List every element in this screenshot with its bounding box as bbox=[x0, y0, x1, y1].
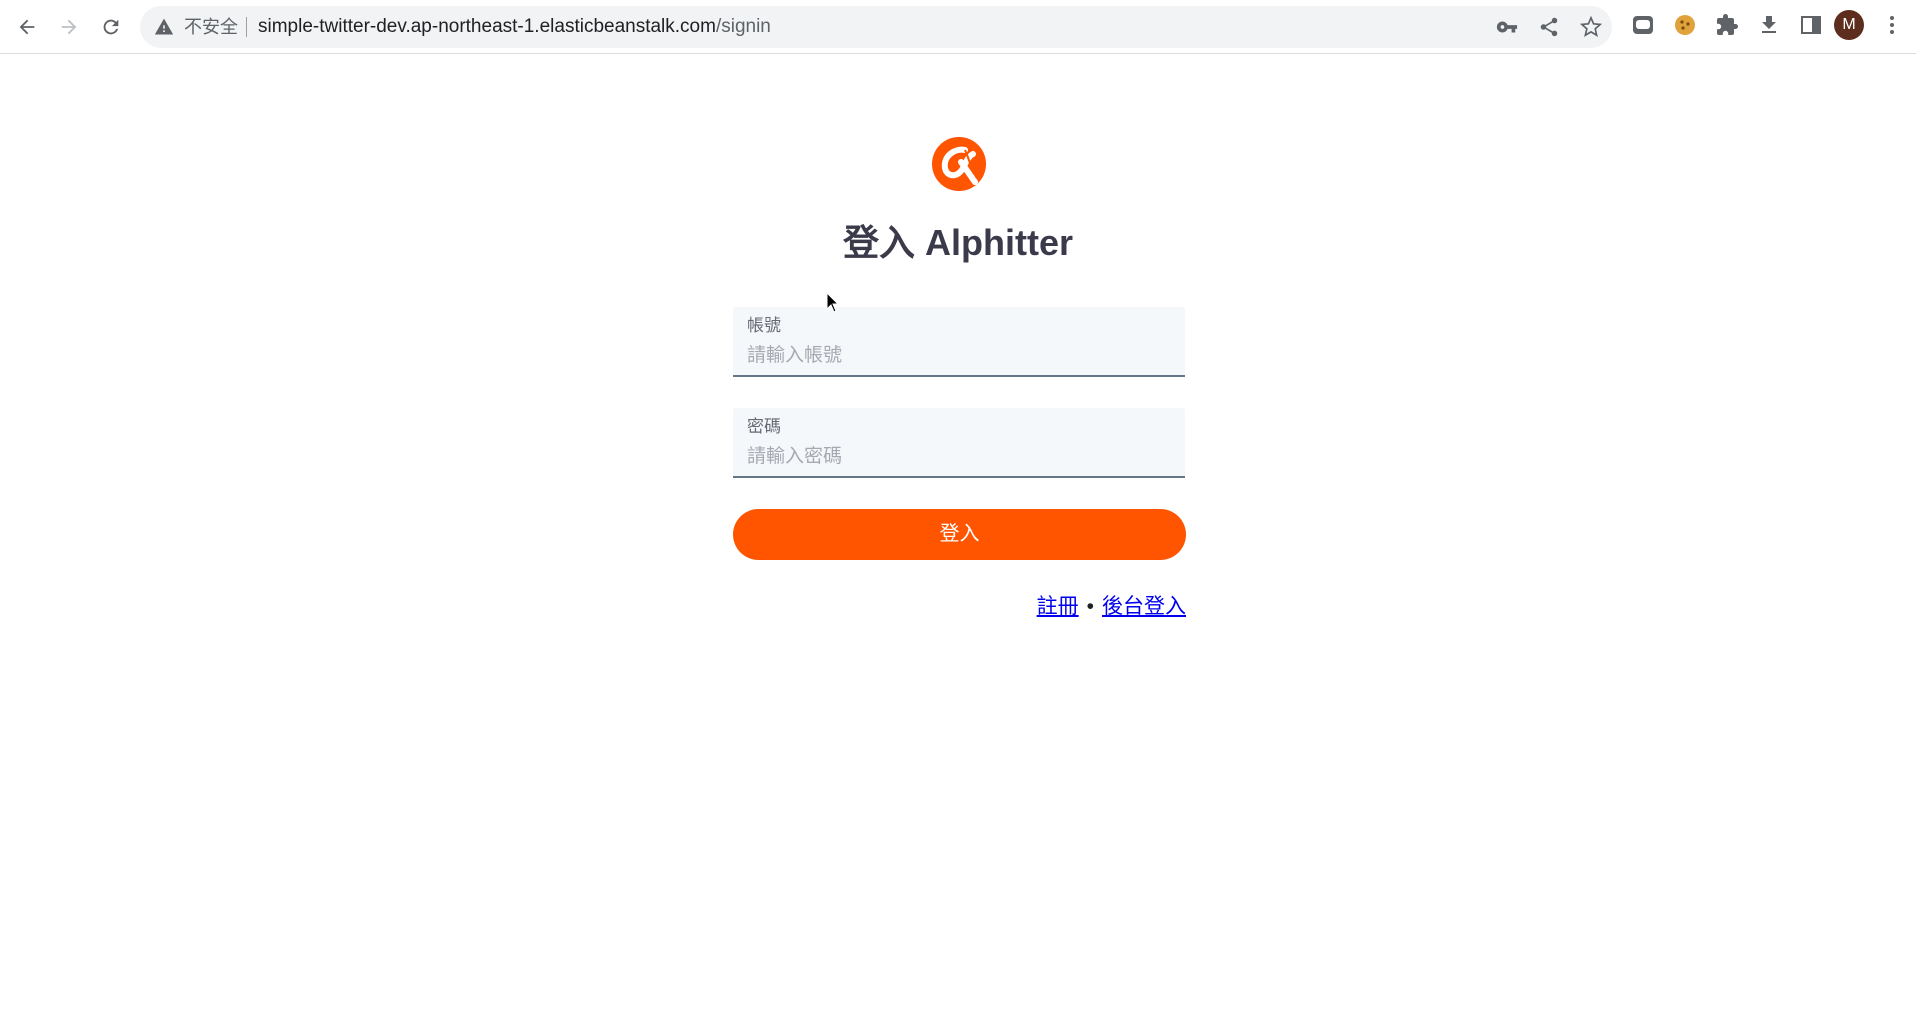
line-extension-icon[interactable] bbox=[1631, 13, 1655, 37]
download-icon[interactable] bbox=[1757, 13, 1781, 37]
password-field[interactable]: 密碼 bbox=[733, 408, 1185, 478]
arrow-right-icon bbox=[61, 19, 77, 35]
security-label[interactable]: 不安全 bbox=[184, 17, 238, 37]
arrow-left-icon bbox=[19, 19, 35, 35]
more-menu-icon[interactable] bbox=[1880, 13, 1904, 37]
address-bar[interactable]: 不安全 simple-twitter-dev.ap-northeast-1.el… bbox=[140, 6, 1612, 48]
account-label: 帳號 bbox=[747, 316, 781, 335]
omnibox-divider bbox=[246, 17, 247, 37]
bookmark-star-icon[interactable] bbox=[1580, 16, 1602, 38]
forward-button[interactable] bbox=[51, 9, 87, 45]
link-separator: • bbox=[1086, 595, 1094, 618]
reload-icon bbox=[103, 19, 119, 35]
admin-login-link[interactable]: 後台登入 bbox=[1102, 595, 1186, 618]
cookie-extension-icon[interactable] bbox=[1673, 13, 1697, 37]
back-button[interactable] bbox=[9, 9, 45, 45]
signup-link[interactable]: 註冊 bbox=[1037, 595, 1079, 618]
footer-links: 註冊 • 後台登入 bbox=[1030, 594, 1186, 620]
browser-toolbar: 不安全 simple-twitter-dev.ap-northeast-1.el… bbox=[0, 0, 1916, 54]
url-text[interactable]: simple-twitter-dev.ap-northeast-1.elasti… bbox=[258, 17, 771, 37]
page-title: 登入 Alphitter bbox=[843, 222, 1073, 263]
account-input[interactable] bbox=[747, 343, 1167, 369]
key-icon[interactable] bbox=[1496, 16, 1518, 38]
mouse-cursor-icon bbox=[826, 292, 840, 313]
password-label: 密碼 bbox=[747, 417, 781, 436]
reload-button[interactable] bbox=[93, 9, 129, 45]
alphitter-logo-icon bbox=[932, 137, 986, 191]
login-button[interactable]: 登入 bbox=[733, 509, 1186, 560]
profile-avatar[interactable]: M bbox=[1834, 10, 1864, 40]
share-icon[interactable] bbox=[1538, 16, 1560, 38]
url-path: /signin bbox=[715, 16, 771, 37]
puzzle-extensions-icon[interactable] bbox=[1715, 13, 1739, 37]
warning-icon bbox=[154, 18, 174, 35]
account-field[interactable]: 帳號 bbox=[733, 307, 1185, 377]
url-host: simple-twitter-dev.ap-northeast-1.elasti… bbox=[258, 16, 716, 37]
side-panel-icon[interactable] bbox=[1799, 13, 1823, 37]
password-input[interactable] bbox=[747, 444, 1167, 470]
